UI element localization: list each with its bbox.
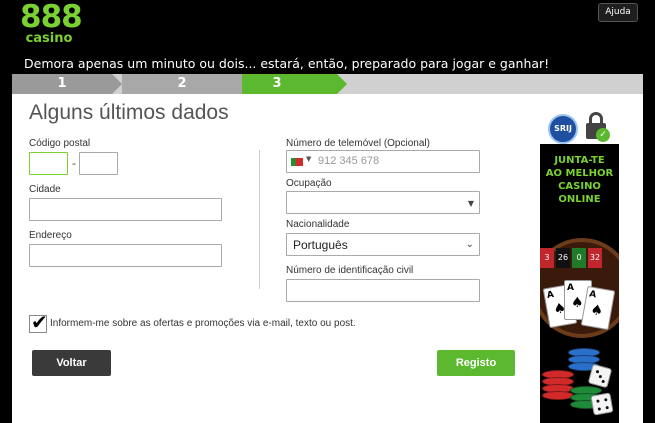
- postal-code-part1-input[interactable]: [29, 152, 68, 175]
- casino-chip-icon: [542, 391, 574, 400]
- step-1-arrow-icon: [112, 74, 122, 94]
- logo-word: casino: [25, 31, 73, 46]
- nationality-label: Nacionalidade: [286, 219, 350, 230]
- lock-icon: ✓: [586, 112, 610, 142]
- step-3-arrow-icon: [337, 74, 347, 94]
- phone-input[interactable]: ▼ 912 345 678: [286, 150, 480, 173]
- city-input[interactable]: [29, 198, 222, 221]
- chevron-down-icon: ⌄: [465, 239, 474, 250]
- help-button[interactable]: Ajuda: [598, 3, 638, 22]
- ad-line-4: ONLINE: [558, 194, 601, 205]
- card-rank: A: [567, 283, 574, 293]
- checkmark-icon: ✔: [31, 310, 48, 334]
- occupation-select[interactable]: ▼: [286, 191, 480, 214]
- country-dropdown-icon[interactable]: ▼: [306, 155, 311, 163]
- postal-code-separator: -: [72, 157, 76, 170]
- nationality-select[interactable]: Português ⌄: [286, 233, 480, 256]
- register-button[interactable]: Registo: [437, 350, 515, 376]
- logo-digits: 888: [20, 0, 83, 35]
- portugal-flag-icon[interactable]: [291, 158, 303, 166]
- form-panel: Alguns últimos dados Código postal - Cid…: [12, 94, 643, 423]
- page-title: Alguns últimos dados: [29, 101, 229, 124]
- ad-headline: JUNTA-TE AO MELHOR CASINO ONLINE: [540, 154, 619, 206]
- card-rank: A: [546, 289, 555, 302]
- consent-checkbox[interactable]: ✔: [29, 310, 48, 334]
- id-number-input[interactable]: [286, 279, 480, 302]
- wheel-number: 3: [540, 248, 554, 268]
- address-label: Endereço: [29, 230, 72, 241]
- step-2-label: 2: [177, 76, 187, 91]
- column-divider: [259, 150, 260, 289]
- phone-label: Número de telemóvel (Opcional): [286, 138, 430, 149]
- address-input[interactable]: [29, 244, 222, 267]
- nationality-value: Português: [293, 238, 348, 252]
- registration-steps: 3 2 1: [12, 74, 643, 94]
- check-icon: ✓: [596, 128, 610, 142]
- wheel-number: 0: [572, 248, 586, 268]
- step-2: 2: [122, 74, 242, 94]
- tagline: Demora apenas um minuto ou dois... estar…: [24, 56, 550, 71]
- dice-icon: [587, 363, 613, 389]
- step-1-label: 1: [57, 76, 67, 91]
- postal-code-label: Código postal: [29, 138, 91, 149]
- spade-icon: ♠: [571, 295, 584, 311]
- spade-icon: ♠: [589, 301, 605, 320]
- ad-line-1: JUNTA-TE: [554, 155, 605, 166]
- casino-ad-banner[interactable]: SRIJ ✓ JUNTA-TE AO MELHOR CASINO ONLINE …: [540, 104, 619, 423]
- back-button[interactable]: Voltar: [32, 350, 111, 376]
- chevron-down-icon: ▼: [467, 199, 474, 208]
- step-3-label: 3: [272, 76, 282, 91]
- wheel-number: 32: [588, 248, 602, 268]
- step-2-arrow-icon: [217, 74, 227, 94]
- ad-badge-area: SRIJ ✓: [540, 104, 619, 144]
- registration-page: 888 casino Ajuda Demora apenas um minuto…: [0, 0, 655, 423]
- postal-code-part2-input[interactable]: [79, 152, 118, 175]
- ad-line-3: CASINO: [558, 181, 601, 192]
- card-rank: A: [588, 289, 597, 301]
- 888-casino-logo: 888 casino: [20, 0, 83, 46]
- phone-placeholder: 912 345 678: [318, 155, 380, 167]
- city-label: Cidade: [29, 184, 61, 195]
- ad-line-2: AO MELHOR: [545, 168, 614, 179]
- step-1: 1: [12, 74, 122, 94]
- srij-badge: SRIJ: [548, 114, 578, 144]
- occupation-label: Ocupação: [286, 178, 332, 189]
- id-number-label: Número de identificação civil: [286, 265, 414, 276]
- wheel-number: 26: [556, 248, 570, 268]
- consent-label[interactable]: Informem-me sobre as ofertas e promoções…: [50, 318, 356, 329]
- dice-icon: [590, 392, 614, 416]
